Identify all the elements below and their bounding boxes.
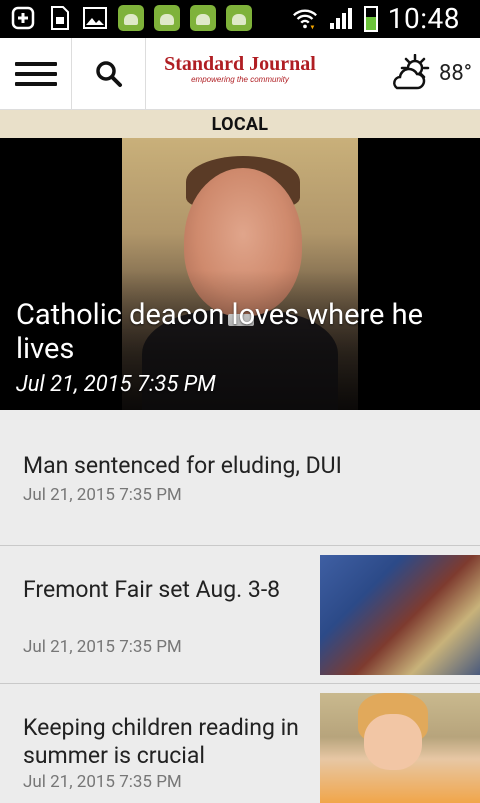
image-notification-icon [82,5,108,31]
hero-headline: Catholic deacon loves where he lives [16,298,423,366]
temperature: 88° [439,60,472,86]
article-thumbnail [320,555,480,675]
wifi-icon [292,6,318,32]
brand-logo[interactable]: Standard Journal empowering the communit… [150,52,330,84]
android-notification-icon [190,5,216,31]
search-button[interactable] [72,38,146,110]
article-title: Man sentenced for eluding, DUI [23,452,342,479]
article-row[interactable]: Man sentenced for eluding, DUI Jul 21, 2… [0,410,480,546]
article-date: Jul 21, 2015 7:35 PM [23,772,182,792]
article-date: Jul 21, 2015 7:35 PM [23,485,182,505]
partly-cloudy-icon [393,54,430,90]
brand-name: Standard Journal [164,53,316,75]
battery-icon [363,5,378,32]
android-notification-icon [226,5,252,31]
hero-date: Jul 21, 2015 7:35 PM [16,372,216,397]
app-bar: Standard Journal empowering the communit… [0,38,480,110]
sd-card-icon [46,5,72,31]
article-list: Man sentenced for eluding, DUI Jul 21, 2… [0,410,480,803]
weather-widget[interactable]: 88° [389,54,472,92]
clock: 10:48 [387,2,460,35]
article-title: Fremont Fair set Aug. 3-8 [23,576,281,603]
article-date: Jul 21, 2015 7:35 PM [23,637,182,657]
menu-button[interactable] [0,38,72,110]
brand-tagline: empowering the community [191,75,289,84]
article-row[interactable]: Keeping children reading in summer is cr… [0,684,480,803]
android-notification-icon [118,5,144,31]
section-title: LOCAL [0,110,480,138]
search-icon [95,61,122,87]
status-bar: 10:48 [0,0,480,38]
android-notification-icon [154,5,180,31]
hero-story[interactable]: Catholic deacon loves where he lives Jul… [0,138,480,410]
article-row[interactable]: Fremont Fair set Aug. 3-8 Jul 21, 2015 7… [0,546,480,684]
add-notification-icon [10,5,36,31]
article-title: Keeping children reading in summer is cr… [23,714,299,769]
signal-icon [328,6,354,32]
hamburger-menu-icon [14,62,57,86]
